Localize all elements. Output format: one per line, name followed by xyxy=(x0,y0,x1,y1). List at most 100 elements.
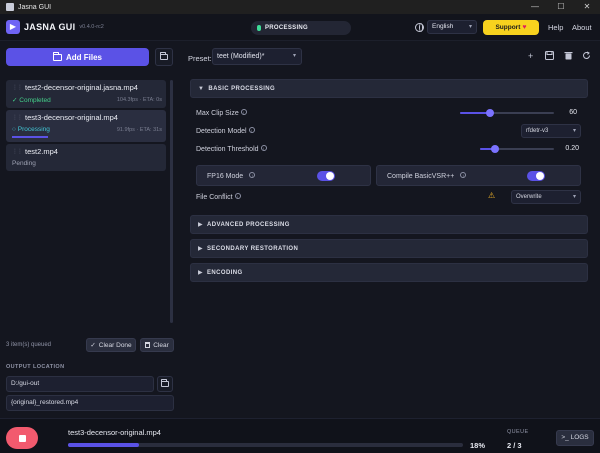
info-icon[interactable]: i xyxy=(460,172,467,178)
folder-plus-icon xyxy=(52,51,62,61)
support-button[interactable]: Support ♥ xyxy=(483,20,539,35)
compile-basicvsr-toggle[interactable] xyxy=(527,171,545,181)
queue-item-name: test2.mp4 xyxy=(25,146,58,156)
queue-item-meta: 91.9fps · ETA: 31s xyxy=(116,126,162,133)
save-preset-icon[interactable] xyxy=(545,51,554,62)
close-button[interactable]: ✕ xyxy=(574,0,600,14)
window-titlebar: Jasna GUI — ☐ ✕ xyxy=(0,0,600,14)
queued-count: 3 item(s) queued xyxy=(6,342,52,348)
info-icon[interactable]: i xyxy=(234,193,241,199)
detection-threshold-thumb[interactable] xyxy=(490,145,499,153)
check-icon: ✓ xyxy=(12,97,18,104)
output-pattern-field[interactable]: {original}_restored.mp4 xyxy=(6,395,174,411)
about-link[interactable]: About xyxy=(572,23,592,32)
chevron-down-icon: ▾ xyxy=(572,128,576,134)
info-icon[interactable]: i xyxy=(248,127,255,133)
browse-folder-button[interactable] xyxy=(157,376,173,392)
chevron-down-icon: ▾ xyxy=(572,194,576,200)
folder-icon xyxy=(161,379,169,387)
clear-done-label: Clear Done xyxy=(98,341,132,349)
queue-scrollbar[interactable] xyxy=(170,80,173,323)
triangle-right-icon: ▶ xyxy=(198,270,204,276)
add-files-button[interactable]: Add Files xyxy=(6,48,149,66)
add-files-label: Add Files xyxy=(65,52,102,62)
detection-threshold-label: Detection Threshold i xyxy=(196,145,267,153)
minimize-button[interactable]: — xyxy=(522,0,548,14)
detection-model-select[interactable]: rfdetr-v3 ▾ xyxy=(521,124,581,138)
drag-handle-icon[interactable]: ⋮⋮ xyxy=(12,84,23,91)
globe-icon xyxy=(415,23,424,32)
delete-preset-icon[interactable] xyxy=(564,51,573,62)
preset-select[interactable]: teet (Modified)* ▾ xyxy=(212,48,302,65)
file-conflict-select[interactable]: Overwrite ▾ xyxy=(511,190,581,204)
window-controls: — ☐ ✕ xyxy=(522,0,600,14)
max-clip-size-slider[interactable] xyxy=(460,109,554,117)
preset-label: Preset: xyxy=(188,54,212,63)
add-preset-icon[interactable]: + xyxy=(528,51,533,61)
detection-model-value: rfdetr-v3 xyxy=(526,128,549,134)
queue-item[interactable]: ⋮⋮ test2.mp4 Pending xyxy=(6,143,166,171)
secondary-restoration-header[interactable]: ▶ SECONDARY RESTORATION xyxy=(190,239,588,258)
triangle-down-icon: ▼ xyxy=(198,85,205,92)
advanced-processing-header[interactable]: ▶ ADVANCED PROCESSING xyxy=(190,215,588,234)
heart-icon: ♥ xyxy=(522,24,527,31)
warning-icon: ⚠ xyxy=(488,191,496,200)
app-version: v0.4.0-rc2 xyxy=(79,24,104,30)
app-name: JASNA GUI xyxy=(24,22,76,32)
overall-progress-percent: 18% xyxy=(470,441,486,450)
queue-label: QUEUE xyxy=(507,429,529,435)
queue-count: 2 / 3 xyxy=(507,441,522,450)
clear-done-button[interactable]: ✓ Clear Done xyxy=(86,338,136,352)
drag-handle-icon[interactable]: ⋮⋮ xyxy=(12,114,23,121)
queue-item-name: test3-decensor-original.mp4 xyxy=(25,113,118,122)
output-folder-field[interactable]: D:/gui-out xyxy=(6,376,154,392)
current-file-name: test3-decensor-original.mp4 xyxy=(68,428,161,437)
fp16-mode-row: FP16 Mode i xyxy=(196,165,371,186)
file-conflict-value: Overwrite xyxy=(516,194,542,200)
info-icon[interactable]: i xyxy=(260,145,267,151)
help-link[interactable]: Help xyxy=(548,23,563,32)
trash-icon xyxy=(145,342,151,348)
overall-progress-bar xyxy=(68,443,463,447)
drag-handle-icon[interactable]: ⋮⋮ xyxy=(12,148,23,155)
logs-button[interactable]: >_ LOGS xyxy=(556,430,594,446)
detection-threshold-slider[interactable] xyxy=(480,145,554,153)
detection-model-label: Detection Model i xyxy=(196,127,255,135)
queue-item[interactable]: ⋮⋮ test2-decensor-original.jasna.mp4 ✓ C… xyxy=(6,80,166,108)
stop-button[interactable] xyxy=(6,427,38,449)
queue-item-status: Processing xyxy=(17,126,50,133)
clear-label: Clear xyxy=(153,341,169,349)
encoding-title: ENCODING xyxy=(207,269,243,276)
status-indicator-icon xyxy=(257,25,261,31)
app-header: ▶ JASNA GUI v0.4.0-rc2 PROCESSING Englis… xyxy=(0,14,600,41)
basic-processing-header[interactable]: ▼ BASIC PROCESSING xyxy=(190,79,588,98)
info-icon[interactable]: i xyxy=(240,109,247,115)
output-location-heading: OUTPUT LOCATION xyxy=(6,364,65,370)
queue-item[interactable]: ⋮⋮ test3-decensor-original.mp4 ○ Process… xyxy=(6,110,166,142)
secondary-restoration-title: SECONDARY RESTORATION xyxy=(207,245,299,252)
triangle-right-icon: ▶ xyxy=(198,222,204,228)
info-icon[interactable]: i xyxy=(249,172,256,178)
chevron-down-icon: ▾ xyxy=(468,24,472,30)
file-conflict-label: File Conflict i xyxy=(196,193,241,201)
preset-value: teet (Modified)* xyxy=(217,53,265,60)
output-folder-value: D:/gui-out xyxy=(11,380,40,387)
encoding-header[interactable]: ▶ ENCODING xyxy=(190,263,588,282)
folder-icon xyxy=(160,52,168,60)
language-select[interactable]: English ▾ xyxy=(427,20,477,34)
window-title: Jasna GUI xyxy=(18,3,52,11)
reset-preset-icon[interactable] xyxy=(582,51,591,62)
clear-button[interactable]: Clear xyxy=(140,338,174,352)
fp16-mode-toggle[interactable] xyxy=(317,171,335,181)
detection-threshold-value: 0.20 xyxy=(565,145,579,152)
language-value: English xyxy=(432,23,454,30)
stop-icon xyxy=(18,434,26,442)
queue-list: ⋮⋮ test2-decensor-original.jasna.mp4 ✓ C… xyxy=(6,80,168,173)
maximize-button[interactable]: ☐ xyxy=(548,0,574,14)
max-clip-size-thumb[interactable] xyxy=(486,109,495,117)
max-clip-size-value: 60 xyxy=(569,109,577,116)
queue-item-name: test2-decensor-original.jasna.mp4 xyxy=(25,83,138,92)
add-folder-button[interactable] xyxy=(155,48,173,66)
advanced-processing-title: ADVANCED PROCESSING xyxy=(207,221,290,228)
queue-item-progress xyxy=(12,136,48,138)
